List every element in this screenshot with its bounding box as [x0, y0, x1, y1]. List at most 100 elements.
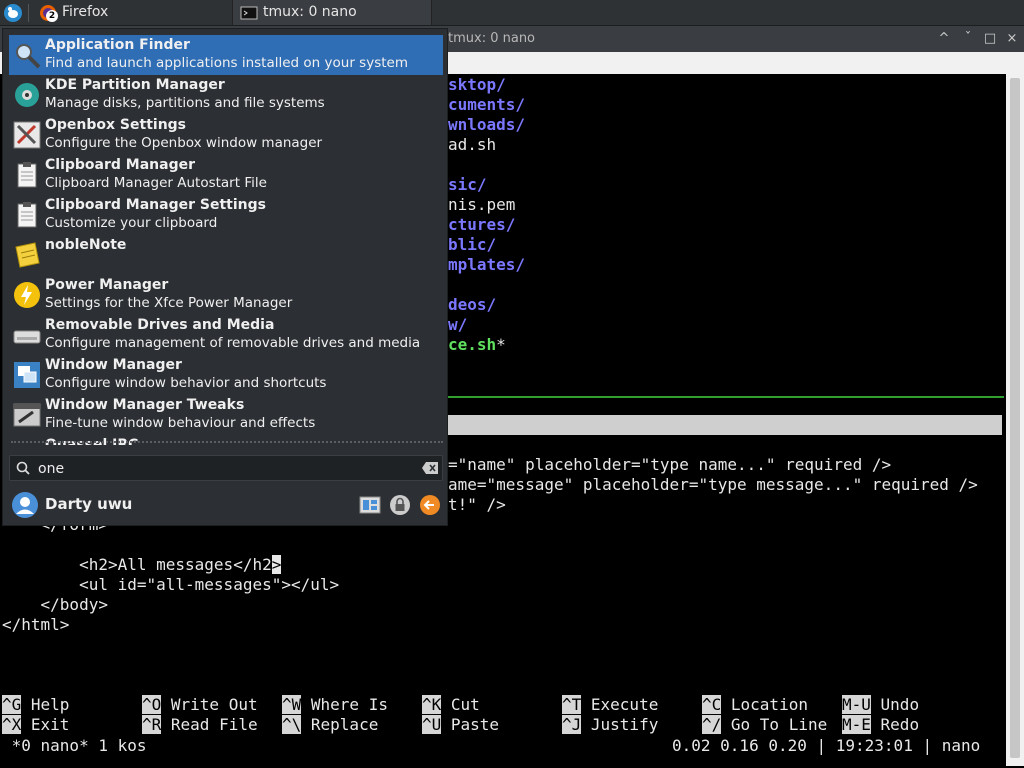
lightning-icon	[14, 282, 40, 308]
shortcut-key: ^R	[142, 715, 162, 734]
shade-button[interactable]: ^	[934, 26, 954, 52]
search-icon	[16, 461, 30, 475]
shortcut-label: Write Out	[161, 695, 258, 714]
nano-shortcut: ^T Execute	[562, 695, 658, 715]
taskbar-tmux[interactable]: tmux: 0 nano	[232, 0, 432, 25]
text-cursor: >	[271, 555, 282, 574]
scrollbar-thumb[interactable]	[1010, 78, 1020, 758]
xfce-mouse-icon	[4, 4, 22, 22]
avatar-icon	[12, 492, 38, 518]
menu-item[interactable]: Window Manager Configure window behavior …	[9, 355, 443, 395]
clear-search-icon[interactable]	[422, 462, 438, 474]
clipboard-icon	[17, 162, 37, 188]
menu-item-name: Openbox Settings	[45, 117, 187, 133]
nano-shortcut: ^O Write Out	[142, 695, 258, 715]
listing-entry: deos/	[448, 295, 496, 315]
entry-name: sic/	[448, 175, 487, 194]
shortcut-key: ^\	[282, 715, 302, 734]
entry-name: cuments/	[448, 95, 526, 114]
entry-name: mplates/	[448, 255, 526, 274]
shortcut-key: ^G	[2, 695, 22, 714]
menu-item-description: Configure window behavior and shortcuts	[45, 375, 327, 391]
listing-entry: ad.sh	[448, 135, 496, 155]
close-button[interactable]: ×	[1002, 26, 1022, 52]
entry-name: blic/	[448, 235, 497, 254]
menu-item[interactable]: Openbox Settings Configure the Openbox wi…	[9, 115, 443, 155]
shortcut-key: ^J	[562, 715, 582, 734]
nano-shortcut: ^/ Go To Line	[702, 715, 827, 735]
entry-name: ce.sh	[448, 335, 497, 354]
disk-icon	[15, 83, 39, 107]
menu-item-description: Configure management of removable drives…	[45, 335, 421, 351]
menu-item-description: Clipboard Manager Autostart File	[45, 175, 267, 191]
entry-suffix: *	[496, 335, 506, 354]
shortcut-key: ^T	[562, 695, 582, 714]
shortcut-label: Where Is	[301, 695, 388, 714]
entry-name: w/	[448, 315, 468, 334]
shortcut-label: Help	[21, 695, 70, 714]
menu-item-name: Clipboard Manager Settings	[45, 197, 266, 213]
menu-item[interactable]: Removable Drives and Media Configure mana…	[9, 315, 443, 355]
drive-icon	[13, 330, 41, 344]
menu-item[interactable]: Window Manager Tweaks Fine-tune window be…	[9, 395, 443, 435]
listing-entry: sic/	[448, 175, 487, 195]
application-menu: Application Finder Find and launch applic…	[2, 28, 448, 526]
log-out-icon[interactable]	[419, 494, 441, 516]
shortcut-key: ^C	[702, 695, 722, 714]
listing-entry: sktop/	[448, 75, 506, 95]
menu-item[interactable]: Power Manager Settings for the Xfce Power…	[9, 275, 443, 315]
menu-divider	[11, 441, 443, 445]
scrollbar[interactable]	[1006, 74, 1024, 766]
menu-item-description: Settings for the Xfce Power Manager	[45, 295, 293, 311]
maximize-button[interactable]: □	[980, 26, 1000, 52]
menu-item-name: Window Manager Tweaks	[45, 397, 245, 413]
code-line: ="name" placeholder="type name..." requi…	[448, 455, 892, 474]
menu-item-name: Power Manager	[45, 277, 169, 293]
menu-item[interactable]: Application Finder Find and launch applic…	[9, 35, 443, 75]
settings-manager-icon[interactable]	[359, 494, 381, 516]
whisker-menu-button[interactable]	[3, 3, 23, 23]
tmux-status-left: *0 nano* 1 kos	[2, 736, 147, 755]
nano-shortcut: ^K Cut	[422, 695, 480, 715]
shortcut-label: Redo	[870, 715, 920, 734]
nano-shortcut: ^G Help	[2, 695, 69, 715]
taskbar-firefox[interactable]: 2 Firefox	[34, 0, 230, 25]
search-input[interactable]	[36, 458, 420, 480]
shortcut-label: Replace	[301, 715, 379, 734]
listing-entry: mplates/	[448, 255, 525, 275]
nano-shortcut: M-U Undo	[842, 695, 919, 715]
menu-item[interactable]: Clipboard Manager Settings Customize your…	[9, 195, 443, 235]
user-name: Darty uwu	[45, 495, 133, 513]
nano-shortcut: ^R Read File	[142, 715, 258, 735]
menu-item[interactable]: KDE Partition Manager Manage disks, parti…	[9, 75, 443, 115]
terminal-icon	[240, 6, 258, 20]
code-line: </html>	[2, 615, 70, 634]
nano-shortcut: ^X Exit	[2, 715, 69, 735]
listing-entry: ctures/	[448, 215, 515, 235]
minimize-button[interactable]: ˇ	[958, 26, 978, 52]
code-line: t!" />	[448, 495, 506, 514]
code-line: <ul id="all-messages"></ul>	[2, 575, 340, 594]
window-tweaks-icon	[13, 403, 41, 427]
windows-icon	[14, 362, 40, 388]
shortcut-label: Exit	[21, 715, 70, 734]
clipboard-icon	[17, 202, 37, 228]
shortcut-key: M-U	[842, 695, 871, 714]
tools-icon	[13, 121, 41, 149]
shortcut-key: M-E	[842, 715, 871, 734]
nano-shortcut: ^J Justify	[562, 715, 658, 735]
nano-shortcut: ^\ Replace	[282, 715, 378, 735]
entry-name: nis.pem	[448, 195, 516, 214]
shortcut-key: ^K	[422, 695, 442, 714]
lock-screen-icon[interactable]	[389, 494, 411, 516]
menu-item-name: nobleNote	[45, 237, 127, 253]
listing-entry: w/	[448, 315, 467, 335]
search-box[interactable]	[9, 455, 443, 481]
nano-title-bar: w/templates/index.j2 *	[448, 415, 1002, 454]
menu-item[interactable]: Clipboard Manager Clipboard Manager Autos…	[9, 155, 443, 195]
menu-item[interactable]: nobleNote	[9, 235, 443, 275]
listing-entry: ce.sh*	[448, 335, 506, 355]
nano-filename: w/templates/index.j2 *	[486, 435, 699, 454]
shortcut-label: Execute	[581, 695, 659, 714]
user-bar: Darty uwu	[9, 489, 443, 521]
